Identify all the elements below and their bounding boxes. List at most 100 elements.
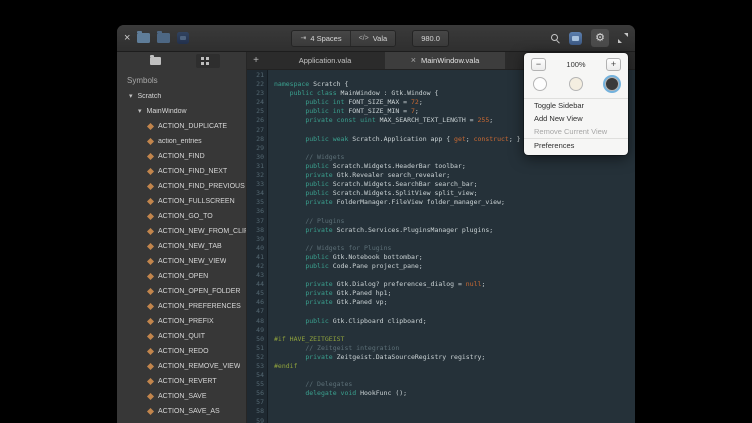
open-folder-icon[interactable] bbox=[157, 33, 170, 43]
line-number: 43 bbox=[247, 271, 264, 280]
window-close-icon[interactable]: × bbox=[124, 33, 130, 44]
zoom-level-label: 100% bbox=[566, 60, 585, 69]
tab-application.vala[interactable]: Application.vala bbox=[265, 52, 385, 69]
symbol-diamond-icon bbox=[147, 303, 154, 310]
color-scheme-dark[interactable] bbox=[605, 77, 619, 91]
symbols-view-button[interactable] bbox=[196, 54, 220, 68]
tree-item-label: ACTION_FULLSCREEN bbox=[158, 198, 235, 205]
tree-group-scratch[interactable]: ▾Scratch bbox=[117, 89, 246, 104]
share-icon[interactable] bbox=[569, 32, 582, 45]
line-number: 21 bbox=[247, 71, 264, 80]
tree-item-action_quit[interactable]: ACTION_QUIT bbox=[117, 329, 246, 344]
tree-item-action_find_next[interactable]: ACTION_FIND_NEXT bbox=[117, 164, 246, 179]
symbol-diamond-icon bbox=[147, 258, 154, 265]
menu-item-toggle-sidebar[interactable]: Toggle Sidebar bbox=[524, 99, 628, 112]
tree-item-label: ACTION_QUIT bbox=[158, 333, 205, 340]
tree-item-action_redo[interactable]: ACTION_REDO bbox=[117, 344, 246, 359]
menu-item-preferences[interactable]: Preferences bbox=[524, 139, 628, 152]
tree-item-action_revert[interactable]: ACTION_REVERT bbox=[117, 374, 246, 389]
tab-width-button[interactable]: ⇥ 4 Spaces bbox=[292, 31, 349, 46]
symbol-diamond-icon bbox=[147, 363, 154, 370]
tree-item-action_open[interactable]: ACTION_OPEN bbox=[117, 269, 246, 284]
tree-group-mainwindow[interactable]: ▾MainWindow bbox=[117, 104, 246, 119]
line-number: 34 bbox=[247, 189, 264, 198]
code-line bbox=[274, 398, 635, 407]
tree-item-label: ACTION_REDO bbox=[158, 348, 209, 355]
code-line bbox=[274, 207, 635, 216]
tree-item-action_remove_view[interactable]: ACTION_REMOVE_VIEW bbox=[117, 359, 246, 374]
code-line: private Zeitgeist.DataSourceRegistry reg… bbox=[274, 353, 635, 362]
line-number: 58 bbox=[247, 407, 264, 416]
code-line: public Scratch.Widgets.HeaderBar toolbar… bbox=[274, 162, 635, 171]
line-number: 42 bbox=[247, 262, 264, 271]
symbols-tree: ▾Scratch▾MainWindowACTION_DUPLICATEactio… bbox=[117, 89, 246, 423]
symbol-diamond-icon bbox=[147, 123, 154, 130]
settings-menu-button[interactable]: ⚙ bbox=[591, 29, 609, 47]
symbol-diamond-icon bbox=[147, 348, 154, 355]
line-number: 26 bbox=[247, 116, 264, 125]
tree-item-action_fullscreen[interactable]: ACTION_FULLSCREEN bbox=[117, 194, 246, 209]
metric-label: 980.0 bbox=[421, 34, 440, 43]
metric-button[interactable]: 980.0 bbox=[412, 30, 449, 47]
open-file-icon[interactable] bbox=[137, 33, 150, 43]
tree-item-label: ACTION_GO_TO bbox=[158, 213, 213, 220]
tree-item-action_find[interactable]: ACTION_FIND bbox=[117, 149, 246, 164]
line-number: 51 bbox=[247, 344, 264, 353]
search-icon[interactable] bbox=[551, 34, 560, 43]
tree-item-action_open_folder[interactable]: ACTION_OPEN_FOLDER bbox=[117, 284, 246, 299]
color-scheme-light[interactable] bbox=[533, 77, 547, 91]
tree-item-label: ACTION_OPEN bbox=[158, 273, 208, 280]
line-number: 35 bbox=[247, 198, 264, 207]
tree-item-action_new_tab[interactable]: ACTION_NEW_TAB bbox=[117, 239, 246, 254]
tab-close-icon[interactable]: × bbox=[411, 56, 416, 65]
tree-item-label: action_entries bbox=[158, 138, 202, 145]
code-line: public Gtk.Clipboard clipboard; bbox=[274, 317, 635, 326]
tree-item-action_find_previous[interactable]: ACTION_FIND_PREVIOUS bbox=[117, 179, 246, 194]
line-number: 33 bbox=[247, 180, 264, 189]
tree-item-label: ACTION_SAVE_AS bbox=[158, 408, 220, 415]
zoom-out-button[interactable]: − bbox=[531, 58, 546, 71]
templates-icon[interactable] bbox=[177, 32, 189, 44]
chevron-down-icon: ▾ bbox=[138, 108, 142, 115]
screenshot-stage: × ⇥ 4 Spaces </> Vala 980.0 bbox=[0, 0, 752, 423]
tab-label: MainWindow.vala bbox=[421, 56, 479, 65]
line-number: 41 bbox=[247, 253, 264, 262]
tab-strip: Application.vala × MainWindow.vala bbox=[265, 52, 505, 69]
tree-item-action_new_view[interactable]: ACTION_NEW_VIEW bbox=[117, 254, 246, 269]
menu-item-add-new-view[interactable]: Add New View bbox=[524, 112, 628, 125]
zoom-in-button[interactable]: + bbox=[606, 58, 621, 71]
tree-item-label: Scratch bbox=[138, 93, 162, 100]
language-button[interactable]: </> Vala bbox=[350, 31, 396, 46]
tree-item-action_save_as[interactable]: ACTION_SAVE_AS bbox=[117, 404, 246, 419]
color-scheme-solarized-light[interactable] bbox=[569, 77, 583, 91]
tree-item-action_entries[interactable]: action_entries bbox=[117, 134, 246, 149]
tree-item-label: ACTION_FIND bbox=[158, 153, 205, 160]
project-view-button[interactable] bbox=[144, 54, 168, 68]
tree-item-action_prefix[interactable]: ACTION_PREFIX bbox=[117, 314, 246, 329]
fullscreen-icon[interactable] bbox=[618, 33, 628, 43]
tree-item-label: ACTION_REVERT bbox=[158, 378, 217, 385]
line-number: 22 bbox=[247, 80, 264, 89]
code-line bbox=[274, 326, 635, 335]
tree-item-action_go_to[interactable]: ACTION_GO_TO bbox=[117, 209, 246, 224]
symbol-diamond-icon bbox=[147, 153, 154, 160]
symbol-diamond-icon bbox=[147, 318, 154, 325]
gear-icon: ⚙ bbox=[595, 33, 605, 44]
line-number: 45 bbox=[247, 289, 264, 298]
new-tab-button[interactable]: + bbox=[247, 52, 265, 69]
symbol-diamond-icon bbox=[147, 408, 154, 415]
tree-item-action_preferences[interactable]: ACTION_PREFERENCES bbox=[117, 299, 246, 314]
tree-item-action_duplicate[interactable]: ACTION_DUPLICATE bbox=[117, 119, 246, 134]
symbol-diamond-icon bbox=[147, 288, 154, 295]
code-line: // Widgets for Plugins bbox=[274, 244, 635, 253]
symbol-diamond-icon bbox=[147, 333, 154, 340]
tree-item-action_save[interactable]: ACTION_SAVE bbox=[117, 389, 246, 404]
code-line: private Gtk.Revealer search_revealer; bbox=[274, 171, 635, 180]
tree-item-action_new_from_clipboard[interactable]: ACTION_NEW_FROM_CLIPBOARD bbox=[117, 224, 246, 239]
code-line: private Scratch.Services.PluginsManager … bbox=[274, 226, 635, 235]
code-line bbox=[274, 307, 635, 316]
tree-item-label: ACTION_OPEN_FOLDER bbox=[158, 288, 240, 295]
code-line: public Scratch.Widgets.SplitView split_v… bbox=[274, 189, 635, 198]
tab-mainwindow.vala[interactable]: × MainWindow.vala bbox=[385, 52, 505, 69]
code-line: // Zeitgeist integration bbox=[274, 344, 635, 353]
